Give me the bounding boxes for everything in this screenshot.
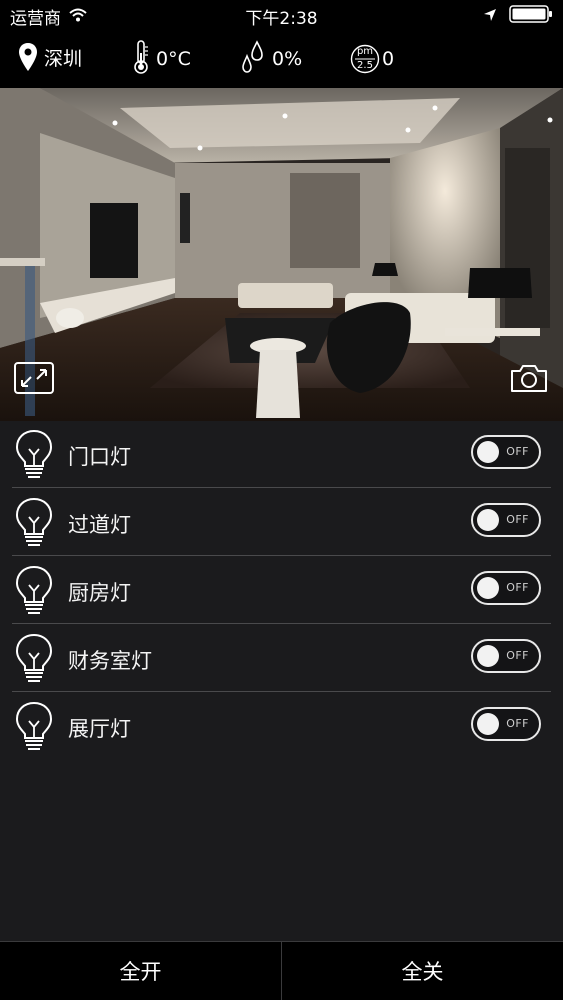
location-pin-icon	[18, 42, 38, 77]
light-bulb-icon	[14, 633, 54, 687]
pm25-icon-bottom: 2.5	[357, 60, 373, 71]
toggle-state: OFF	[506, 649, 529, 662]
humidity-block: 0%	[240, 30, 302, 88]
light-bulb-icon	[14, 429, 54, 483]
pm25-icon: pm 2.5	[350, 44, 380, 74]
light-bulb-icon	[14, 565, 54, 619]
light-toggle[interactable]: OFF	[471, 435, 541, 469]
temperature-block: 0°C	[132, 30, 191, 88]
pm25-value: 0	[382, 47, 395, 70]
toggle-state: OFF	[506, 581, 529, 594]
weather-bar: 深圳 0°C 0% pm 2.5 0	[0, 30, 563, 88]
list-item: 厨房灯 OFF	[0, 557, 563, 624]
city-label: 深圳	[44, 47, 83, 70]
city-block[interactable]: 深圳	[18, 30, 82, 88]
toggle-knob	[477, 645, 499, 667]
temperature-value: 0°C	[156, 47, 191, 70]
divider	[12, 487, 551, 488]
divider	[12, 555, 551, 556]
toggle-knob	[477, 509, 499, 531]
humidity-drop-icon	[240, 39, 266, 79]
light-toggle[interactable]: OFF	[471, 571, 541, 605]
toggle-knob	[477, 713, 499, 735]
camera-icon[interactable]	[509, 362, 549, 398]
light-name: 门口灯	[68, 445, 131, 469]
room-scene-image	[0, 88, 563, 421]
list-item: 门口灯 OFF	[0, 421, 563, 488]
battery-icon	[509, 5, 553, 28]
toggle-state: OFF	[506, 717, 529, 730]
fullscreen-icon[interactable]	[14, 362, 54, 398]
list-item: 财务室灯 OFF	[0, 625, 563, 692]
light-name: 过道灯	[68, 513, 131, 537]
light-bulb-icon	[14, 497, 54, 551]
light-name: 财务室灯	[68, 649, 152, 673]
light-toggle[interactable]: OFF	[471, 503, 541, 537]
light-name: 展厅灯	[68, 717, 131, 741]
toggle-state: OFF	[506, 445, 529, 458]
status-time: 下午2:38	[245, 9, 318, 29]
all-on-button[interactable]: 全开	[0, 941, 281, 1000]
list-item: 过道灯 OFF	[0, 489, 563, 556]
toggle-state: OFF	[506, 513, 529, 526]
light-name: 厨房灯	[68, 581, 131, 605]
status-right	[483, 5, 553, 28]
pm25-block: pm 2.5 0	[350, 30, 394, 88]
light-toggle[interactable]: OFF	[471, 707, 541, 741]
toggle-knob	[477, 577, 499, 599]
light-bulb-icon	[14, 701, 54, 755]
toggle-knob	[477, 441, 499, 463]
thermometer-icon	[132, 39, 150, 80]
all-off-button[interactable]: 全关	[281, 941, 563, 1000]
pm25-icon-top: pm	[356, 46, 374, 57]
status-bar: 运营商 下午2:38	[0, 0, 563, 30]
bottom-action-bar: 全开 全关	[0, 941, 563, 1000]
list-item: 展厅灯 OFF	[0, 693, 563, 760]
divider	[12, 623, 551, 624]
location-arrow-icon	[483, 7, 497, 27]
lights-list: 门口灯 OFF 过道灯 OFF 厨房灯 OFF 财务室灯 OFF 展厅灯 OFF	[0, 421, 563, 941]
camera-view[interactable]	[0, 88, 563, 421]
divider	[12, 691, 551, 692]
humidity-value: 0%	[272, 47, 303, 70]
light-toggle[interactable]: OFF	[471, 639, 541, 673]
